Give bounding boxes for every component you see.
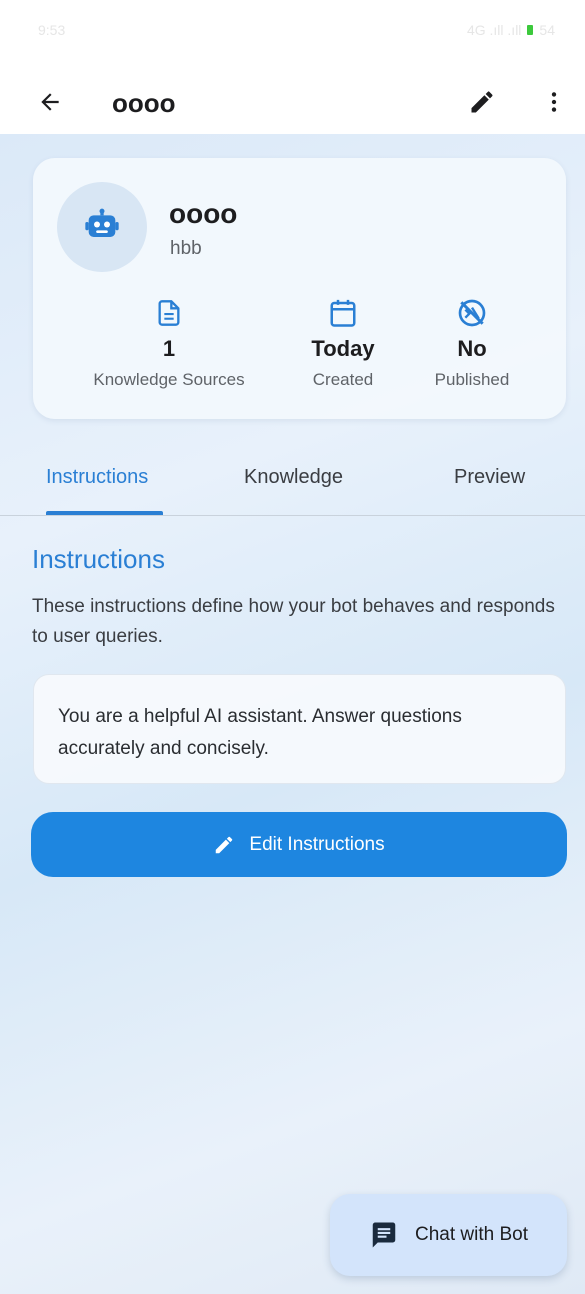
tab-instructions[interactable]: Instructions bbox=[46, 466, 148, 489]
bot-avatar bbox=[57, 182, 147, 272]
bot-name: oooo bbox=[169, 198, 238, 229]
edit-bot-button[interactable] bbox=[462, 82, 502, 122]
chat-icon bbox=[372, 1222, 396, 1248]
instruction-text: You are a helpful AI assistant. Answer q… bbox=[58, 706, 462, 759]
active-tab-indicator bbox=[46, 511, 163, 515]
section-description: These instructions define how your bot b… bbox=[32, 596, 555, 647]
stat-knowledge-sources: 1 Knowledge Sources bbox=[79, 296, 259, 390]
bot-description: hbb bbox=[170, 238, 202, 259]
document-icon bbox=[158, 300, 180, 326]
battery-icon bbox=[527, 25, 534, 35]
status-indicators: 4G .ıll .ıll 54 bbox=[467, 22, 555, 38]
chat-with-bot-button[interactable]: Chat with Bot bbox=[330, 1194, 567, 1276]
stat-value: No bbox=[457, 336, 487, 361]
arrow-left-icon bbox=[41, 93, 59, 111]
chat-with-bot-label: Chat with Bot bbox=[415, 1224, 528, 1245]
bot-info-card: oooo hbb 1 Knowledge Sources Today Creat… bbox=[33, 158, 566, 419]
section-title: Instructions bbox=[32, 544, 165, 574]
signal-text: 4G .ıll .ıll bbox=[466, 22, 522, 38]
calendar-icon bbox=[330, 299, 356, 327]
battery-level: 54 bbox=[539, 22, 555, 38]
pencil-icon bbox=[471, 91, 493, 113]
unpublished-icon bbox=[458, 299, 486, 327]
tab-preview[interactable]: Preview bbox=[454, 466, 525, 489]
status-bar: 9:53 4G .ıll .ıll 54 bbox=[0, 0, 585, 70]
edit-instructions-button[interactable]: Edit Instructions bbox=[31, 812, 567, 877]
robot-icon bbox=[85, 208, 119, 237]
tab-knowledge[interactable]: Knowledge bbox=[244, 466, 343, 489]
back-button[interactable] bbox=[30, 82, 70, 122]
more-options-button[interactable] bbox=[534, 82, 574, 122]
instruction-box: You are a helpful AI assistant. Answer q… bbox=[33, 674, 566, 784]
stat-value: 1 bbox=[162, 336, 176, 361]
more-vertical-icon bbox=[551, 92, 557, 112]
edit-instructions-label: Edit Instructions bbox=[249, 833, 385, 855]
stat-label: Knowledge Sources bbox=[93, 370, 245, 389]
pencil-icon bbox=[216, 836, 233, 853]
app-bar: oooo bbox=[0, 70, 585, 134]
stat-label: Published bbox=[434, 370, 510, 389]
tab-bar: Instructions Knowledge Preview bbox=[0, 440, 585, 516]
page-title: oooo bbox=[112, 88, 176, 118]
status-time: 9:53 bbox=[38, 22, 66, 38]
stat-published: No Published bbox=[382, 296, 562, 390]
